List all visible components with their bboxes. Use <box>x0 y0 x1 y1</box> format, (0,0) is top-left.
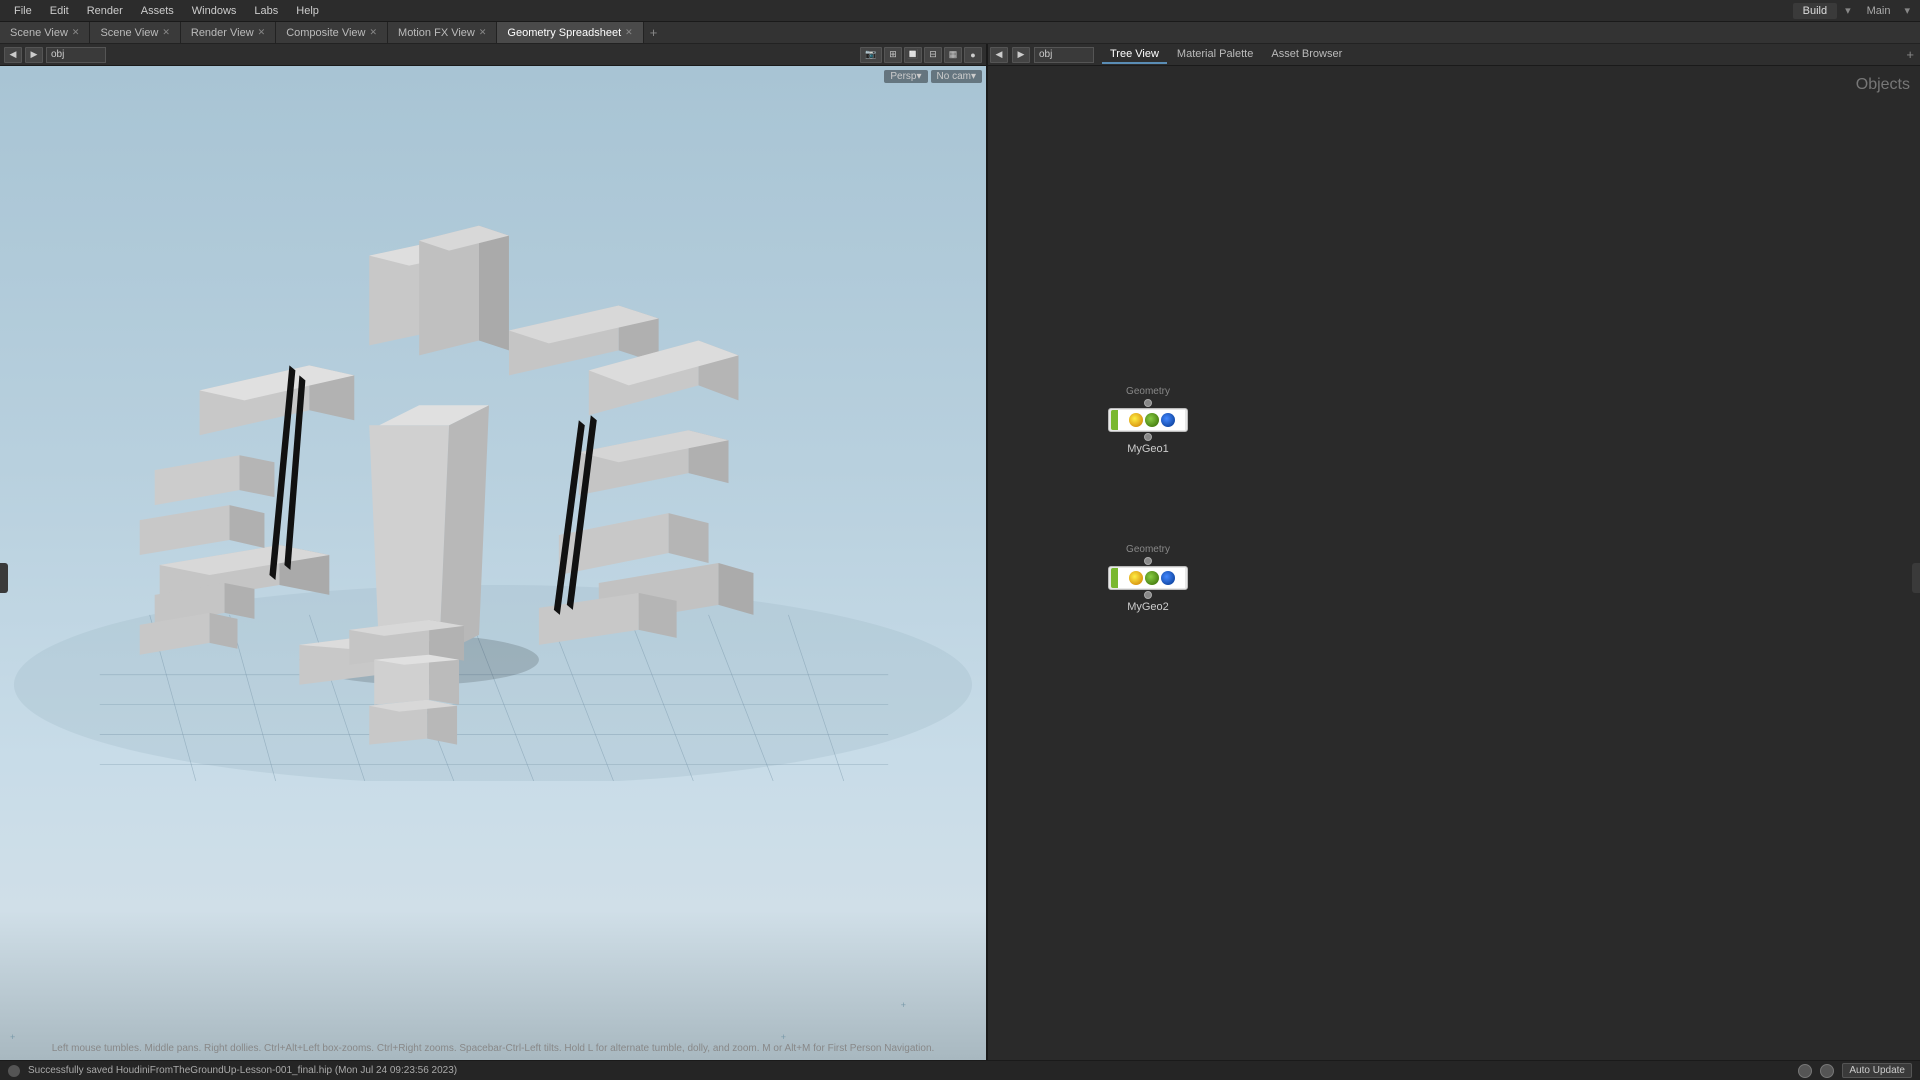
right-collapse-tab[interactable] <box>1912 563 1920 593</box>
toolbar-fwd-btn[interactable]: ▶ <box>25 47 43 63</box>
menu-edit[interactable]: Edit <box>42 3 77 19</box>
tab-close-3[interactable]: ✕ <box>258 27 266 38</box>
tab-geo-spreadsheet[interactable]: Geometry Spreadsheet ✕ <box>497 22 643 43</box>
toolbar-back-btn[interactable]: ◀ <box>4 47 22 63</box>
tab-asset-browser[interactable]: Asset Browser <box>1263 46 1350 64</box>
tabs-bar: Scene View ✕ Scene View ✕ Render View ✕ … <box>0 22 1920 44</box>
tab-close-2[interactable]: ✕ <box>162 27 170 38</box>
build-button[interactable]: Build <box>1793 3 1837 19</box>
geo-node2-bottom-connector <box>1144 591 1152 599</box>
status-indicator2 <box>1820 1064 1834 1078</box>
right-panel: ◀ ▶ Tree View Material Palette Asset Bro… <box>988 44 1920 1060</box>
right-path-input[interactable] <box>1034 47 1094 63</box>
tab-composite-view[interactable]: Composite View ✕ <box>276 22 388 43</box>
status-text: Successfully saved HoudiniFromTheGroundU… <box>28 1065 457 1076</box>
tab-close-5[interactable]: ✕ <box>479 27 487 38</box>
path-input[interactable] <box>46 47 106 63</box>
tab-scene-view-1[interactable]: Scene View ✕ <box>0 22 90 43</box>
tab-material-palette[interactable]: Material Palette <box>1169 46 1261 64</box>
menu-help[interactable]: Help <box>288 3 327 19</box>
menu-file[interactable]: File <box>6 3 40 19</box>
geo-node1-bottom-connector <box>1144 433 1152 441</box>
geo-node1-top-connector <box>1144 399 1152 407</box>
camera-labels: Persp▾ No cam▾ <box>884 70 982 83</box>
coord-bottom-middle: + <box>781 1032 786 1042</box>
status-bar: Successfully saved HoudiniFromTheGroundU… <box>0 1060 1920 1080</box>
viewport-render-btn[interactable]: ● <box>964 47 982 63</box>
left-panel: ◀ ▶ 📷 ⊞ 🔲 ⊟ ▦ ● <box>0 44 988 1060</box>
tab-tree-view[interactable]: Tree View <box>1102 46 1167 64</box>
tab-scene-view-2[interactable]: Scene View ✕ <box>90 22 180 43</box>
right-back-btn[interactable]: ◀ <box>990 47 1008 63</box>
viewport-snap-btn[interactable]: 🔲 <box>904 47 922 63</box>
geo-node-mygeo1[interactable]: Geometry MyGeo <box>1108 386 1188 455</box>
tab-add-button[interactable]: + <box>644 22 664 43</box>
menu-windows[interactable]: Windows <box>184 3 245 19</box>
viewport-display-btn[interactable]: ▦ <box>944 47 962 63</box>
menu-assets[interactable]: Assets <box>133 3 182 19</box>
viewport-cam-btn[interactable]: 📷 <box>860 47 882 63</box>
tab-close-6[interactable]: ✕ <box>625 27 633 38</box>
nocam-label[interactable]: No cam▾ <box>931 70 982 83</box>
coord-bottom-right: + <box>901 1000 906 1010</box>
geo-node2-icon <box>1118 568 1185 588</box>
viewport-grid-btn[interactable]: ⊟ <box>924 47 942 63</box>
geo-node2-name: MyGeo2 <box>1127 601 1169 613</box>
menu-render[interactable]: Render <box>79 3 131 19</box>
geo-node1-icon <box>1118 410 1185 430</box>
menu-bar: File Edit Render Assets Windows Labs Hel… <box>0 0 1920 22</box>
right-fwd-btn[interactable]: ▶ <box>1012 47 1030 63</box>
viewport-canvas[interactable]: Persp▾ No cam▾ Left mouse tumbles. Middl… <box>0 66 986 1060</box>
geo-node2-body[interactable] <box>1108 566 1188 590</box>
tab-close-4[interactable]: ✕ <box>369 27 377 38</box>
menu-labs[interactable]: Labs <box>246 3 286 19</box>
geo-node2-type: Geometry <box>1126 544 1170 555</box>
auto-update-btn[interactable]: Auto Update <box>1842 1063 1912 1078</box>
left-collapse-tab[interactable] <box>0 563 8 593</box>
status-icon <box>8 1065 20 1077</box>
tab-render-view[interactable]: Render View ✕ <box>181 22 276 43</box>
geo-node1-body[interactable] <box>1108 408 1188 432</box>
3d-viewport-svg <box>0 66 986 781</box>
main-label: Main <box>1859 3 1899 19</box>
right-tab-add[interactable]: + <box>1906 47 1914 62</box>
geo-node1-type: Geometry <box>1126 386 1170 397</box>
objects-panel-title: Objects <box>1856 76 1910 94</box>
tab-close-1[interactable]: ✕ <box>72 27 80 38</box>
objects-panel-content: Objects Geometry <box>988 66 1920 1060</box>
persp-label[interactable]: Persp▾ <box>884 70 927 83</box>
coord-bottom-left: + <box>10 1032 15 1042</box>
status-indicator <box>1798 1064 1812 1078</box>
viewport-toolbar: ◀ ▶ 📷 ⊞ 🔲 ⊟ ▦ ● <box>0 44 986 66</box>
geo-node2-top-connector <box>1144 557 1152 565</box>
geo-node-mygeo2[interactable]: Geometry MyGeo2 <box>1108 544 1188 613</box>
geo-node1-name: MyGeo1 <box>1127 443 1169 455</box>
viewport-info-text: Left mouse tumbles. Middle pans. Right d… <box>52 1043 935 1054</box>
tab-motion-fx[interactable]: Motion FX View ✕ <box>388 22 497 43</box>
viewport-toggle-btn[interactable]: ⊞ <box>884 47 902 63</box>
